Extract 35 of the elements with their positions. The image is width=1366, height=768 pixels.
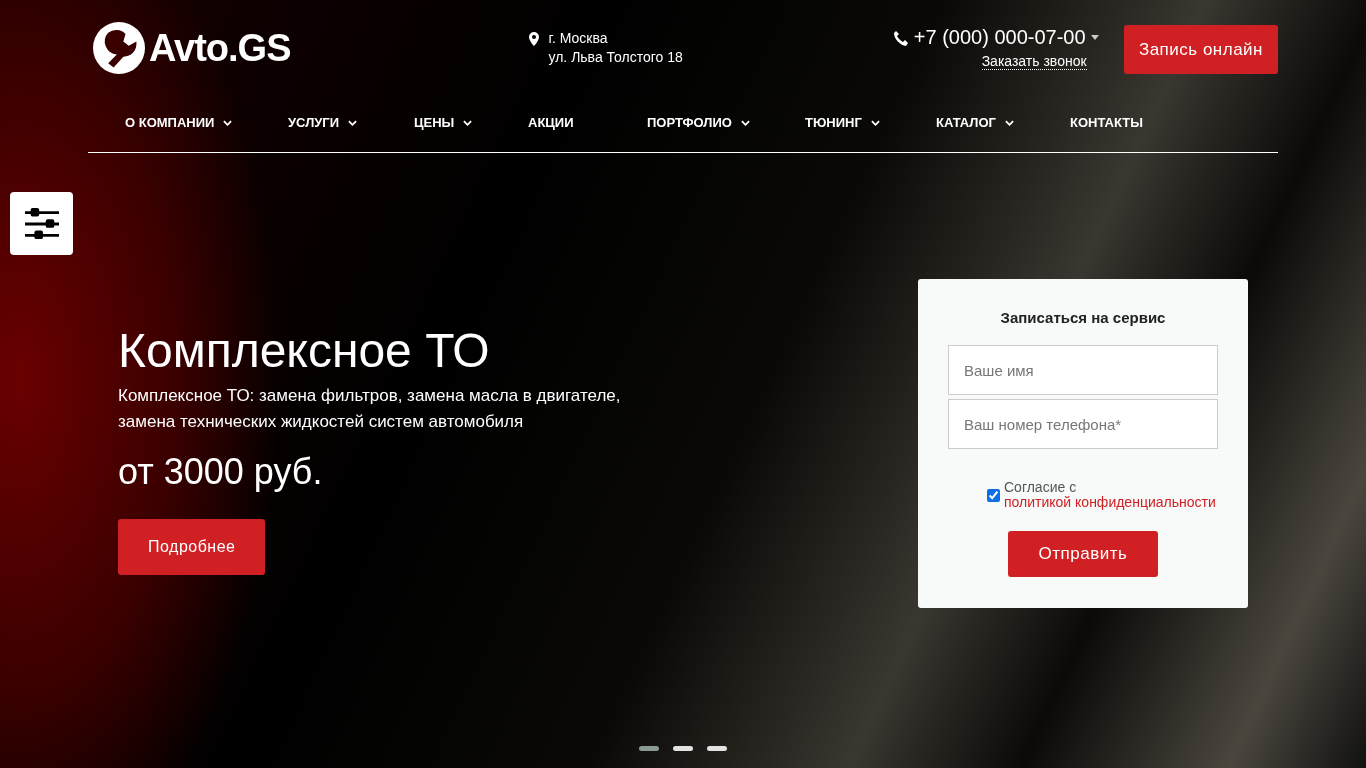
chevron-down-icon[interactable] bbox=[870, 119, 880, 126]
chevron-down-icon[interactable] bbox=[463, 119, 473, 126]
logo-text[interactable]: Avto.GS bbox=[149, 26, 291, 70]
caret-icon[interactable] bbox=[1090, 35, 1099, 40]
form-title: Записаться на сервис bbox=[1000, 309, 1166, 326]
chevron-down-icon[interactable] bbox=[348, 119, 358, 126]
nav-item[interactable]: КОНТАКТЫ bbox=[1070, 115, 1143, 130]
chevron-down-icon[interactable] bbox=[223, 119, 233, 126]
nav-item[interactable]: ЦЕНЫ bbox=[414, 115, 528, 130]
phone-icon bbox=[892, 29, 909, 46]
nav-item[interactable]: КАТАЛОГ bbox=[936, 115, 1070, 130]
hero-price: от 3000 руб. bbox=[118, 451, 324, 493]
details-button[interactable]: Подробнее bbox=[118, 519, 266, 575]
chevron-down-icon[interactable] bbox=[740, 119, 750, 126]
nav-item[interactable]: ТЮНИНГ bbox=[805, 115, 936, 130]
address-street: ул. Льва Толстого 18 bbox=[548, 49, 683, 65]
nav-item[interactable]: АКЦИИ bbox=[528, 115, 647, 130]
filters-button[interactable] bbox=[10, 192, 73, 255]
phone-number[interactable]: +7 (000) 000-07-00 bbox=[913, 26, 1086, 49]
callback-link[interactable]: Заказать звонок bbox=[981, 53, 1087, 70]
input-field[interactable]: Ваше имя bbox=[948, 345, 1218, 395]
nav-item[interactable]: ПОРТФОЛИО bbox=[647, 115, 805, 130]
submit-button[interactable]: Отправить bbox=[1008, 531, 1158, 577]
hero-title: Комплексное ТО bbox=[118, 323, 491, 379]
consent-checkbox[interactable] bbox=[987, 488, 1000, 502]
hero-description: Комплексное ТО: замена фильтров, замена масла в двигателе, замена технических жидкостей систем автомобиля bbox=[118, 385, 622, 433]
chevron-down-icon[interactable] bbox=[1004, 119, 1014, 126]
input-field[interactable]: Ваш номер телефона* bbox=[948, 399, 1218, 449]
book-online-button[interactable]: Запись онлайн bbox=[1123, 25, 1278, 74]
address-city: г. Москва bbox=[548, 30, 609, 46]
map-pin-icon bbox=[528, 32, 539, 46]
nav-item[interactable]: О КОМПАНИИ bbox=[125, 115, 288, 130]
nav-item[interactable]: УСЛУГИ bbox=[288, 115, 414, 130]
sliders-icon bbox=[22, 206, 61, 241]
privacy-policy-link[interactable]: политикой конфиденциальности bbox=[1004, 494, 1216, 510]
